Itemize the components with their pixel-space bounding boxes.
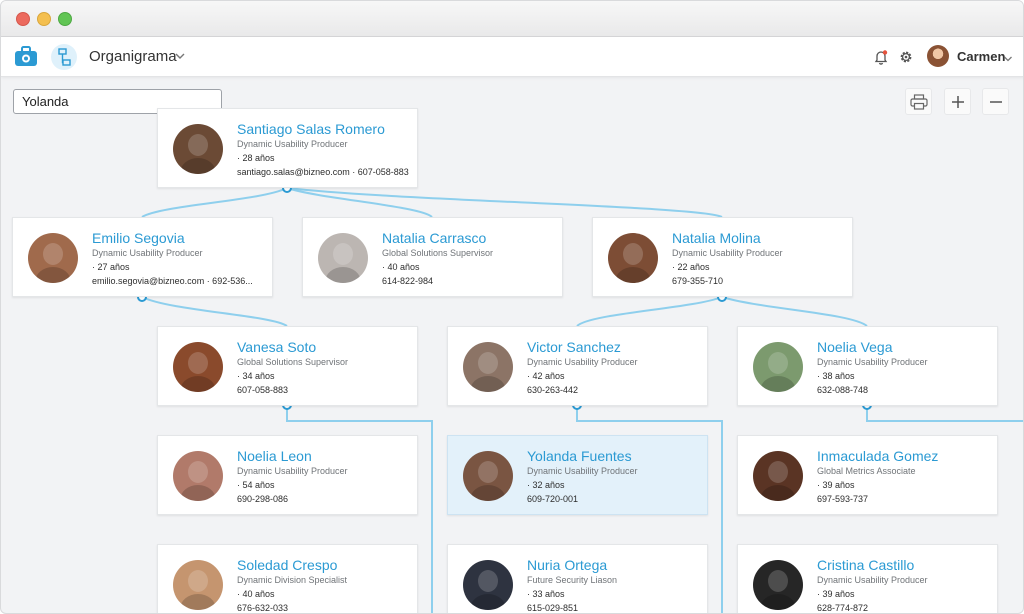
employee-age: · 38 años xyxy=(817,371,855,381)
employee-age: · 54 años xyxy=(237,480,275,490)
avatar xyxy=(753,560,803,610)
employee-role: Future Security Liason xyxy=(527,575,618,585)
toolbox-icon[interactable] xyxy=(13,44,39,70)
employee-age: · 28 años xyxy=(237,153,275,163)
employee-contact: 690-298-086 xyxy=(237,494,289,504)
avatar xyxy=(318,233,368,283)
employee-contact: 628-774-872 xyxy=(817,603,869,613)
employee-contact: emilio.segovia@bizneo.com · 692-536... xyxy=(92,276,253,286)
employee-age: · 34 años xyxy=(237,371,275,381)
employee-name[interactable]: Yolanda Fuentes xyxy=(527,448,632,464)
employee-contact: 632-088-748 xyxy=(817,385,869,395)
avatar xyxy=(173,451,223,501)
employee-age: · 39 años xyxy=(817,480,855,490)
gear-icon[interactable] xyxy=(898,49,914,65)
employee-card[interactable]: Noelia Vega Dynamic Usability Producer ·… xyxy=(737,326,998,406)
employee-role: Dynamic Usability Producer xyxy=(817,357,928,367)
employee-card[interactable]: Santiago Salas Romero Dynamic Usability … xyxy=(157,108,418,188)
employee-card[interactable]: Cristina Castillo Dynamic Usability Prod… xyxy=(737,544,998,613)
employee-role: Dynamic Usability Producer xyxy=(817,575,928,585)
org-chart-icon[interactable] xyxy=(51,44,77,70)
employee-name[interactable]: Noelia Vega xyxy=(817,339,893,355)
employee-card[interactable]: Victor Sanchez Dynamic Usability Produce… xyxy=(447,326,708,406)
chevron-down-icon[interactable] xyxy=(174,49,186,61)
avatar xyxy=(463,560,513,610)
employee-contact: 676-632-033 xyxy=(237,603,289,613)
app-header: Organigrama Carmen xyxy=(1,37,1023,77)
employee-card[interactable]: Emilio Segovia Dynamic Usability Produce… xyxy=(12,217,273,297)
employee-age: · 39 años xyxy=(817,589,855,599)
employee-role: Dynamic Division Specialist xyxy=(237,575,348,585)
employee-role: Dynamic Usability Producer xyxy=(672,248,783,258)
minimize-window-button[interactable] xyxy=(37,12,51,26)
employee-role: Dynamic Usability Producer xyxy=(527,357,638,367)
employee-contact: 679-355-710 xyxy=(672,276,724,286)
employee-name[interactable]: Vanesa Soto xyxy=(237,339,316,355)
employee-name[interactable]: Soledad Crespo xyxy=(237,557,337,573)
zoom-out-button[interactable] xyxy=(982,88,1009,115)
employee-card[interactable]: Inmaculada Gomez Global Metrics Associat… xyxy=(737,435,998,515)
employee-age: · 27 años xyxy=(92,262,130,272)
employee-card[interactable]: Vanesa Soto Global Solutions Supervisor … xyxy=(157,326,418,406)
employee-role: Dynamic Usability Producer xyxy=(92,248,203,258)
employee-contact: 607-058-883 xyxy=(237,385,289,395)
avatar xyxy=(463,342,513,392)
avatar xyxy=(173,342,223,392)
maximize-window-button[interactable] xyxy=(58,12,72,26)
employee-name[interactable]: Cristina Castillo xyxy=(817,557,914,573)
printer-icon xyxy=(909,93,928,110)
avatar xyxy=(608,233,658,283)
employee-card[interactable]: Natalia Molina Dynamic Usability Produce… xyxy=(592,217,853,297)
module-title[interactable]: Organigrama xyxy=(89,48,177,65)
employee-contact: 614-822-984 xyxy=(382,276,434,286)
employee-role: Dynamic Usability Producer xyxy=(237,139,348,149)
employee-name[interactable]: Noelia Leon xyxy=(237,448,312,464)
employee-age: · 40 años xyxy=(382,262,420,272)
employee-contact: santiago.salas@bizneo.com · 607-058-883 xyxy=(237,167,409,177)
employee-name[interactable]: Natalia Carrasco xyxy=(382,230,486,246)
employee-name[interactable]: Nuria Ortega xyxy=(527,557,607,573)
employee-contact: 609-720-001 xyxy=(527,494,579,504)
employee-age: · 32 años xyxy=(527,480,565,490)
employee-contact: 630-263-442 xyxy=(527,385,579,395)
print-button[interactable] xyxy=(905,88,932,115)
user-name[interactable]: Carmen xyxy=(957,49,1005,64)
avatar xyxy=(463,451,513,501)
chevron-down-icon[interactable] xyxy=(1003,51,1013,62)
employee-card-highlighted[interactable]: Yolanda Fuentes Dynamic Usability Produc… xyxy=(447,435,708,515)
close-window-button[interactable] xyxy=(16,12,30,26)
employee-age: · 40 años xyxy=(237,589,275,599)
employee-role: Global Solutions Supervisor xyxy=(382,248,494,258)
employee-name[interactable]: Inmaculada Gomez xyxy=(817,448,938,464)
employee-name[interactable]: Emilio Segovia xyxy=(92,230,185,246)
employee-name[interactable]: Victor Sanchez xyxy=(527,339,621,355)
bell-icon[interactable] xyxy=(873,49,889,65)
employee-role: Global Solutions Supervisor xyxy=(237,357,349,367)
avatar xyxy=(28,233,78,283)
employee-age: · 22 años xyxy=(672,262,710,272)
employee-age: · 33 años xyxy=(527,589,565,599)
employee-age: · 42 años xyxy=(527,371,565,381)
employee-role: Global Metrics Associate xyxy=(817,466,916,476)
title-bar xyxy=(1,1,1023,37)
avatar xyxy=(173,124,223,174)
avatar xyxy=(753,451,803,501)
employee-contact: 697-593-737 xyxy=(817,494,869,504)
employee-name[interactable]: Santiago Salas Romero xyxy=(237,121,385,137)
avatar[interactable] xyxy=(927,45,949,67)
employee-role: Dynamic Usability Producer xyxy=(237,466,348,476)
plus-icon xyxy=(951,95,964,108)
minus-icon xyxy=(989,100,1002,103)
employee-card[interactable]: Natalia Carrasco Global Solutions Superv… xyxy=(302,217,563,297)
employee-name[interactable]: Natalia Molina xyxy=(672,230,761,246)
avatar xyxy=(173,560,223,610)
zoom-in-button[interactable] xyxy=(944,88,971,115)
employee-role: Dynamic Usability Producer xyxy=(527,466,638,476)
app-window: Organigrama Carmen Yolanda Santiago Sala… xyxy=(0,0,1024,614)
avatar xyxy=(753,342,803,392)
employee-card[interactable]: Soledad Crespo Dynamic Division Speciali… xyxy=(157,544,418,613)
employee-card[interactable]: Noelia Leon Dynamic Usability Producer ·… xyxy=(157,435,418,515)
employee-card[interactable]: Nuria Ortega Future Security Liason · 33… xyxy=(447,544,708,613)
employee-contact: 615-029-851 xyxy=(527,603,579,613)
